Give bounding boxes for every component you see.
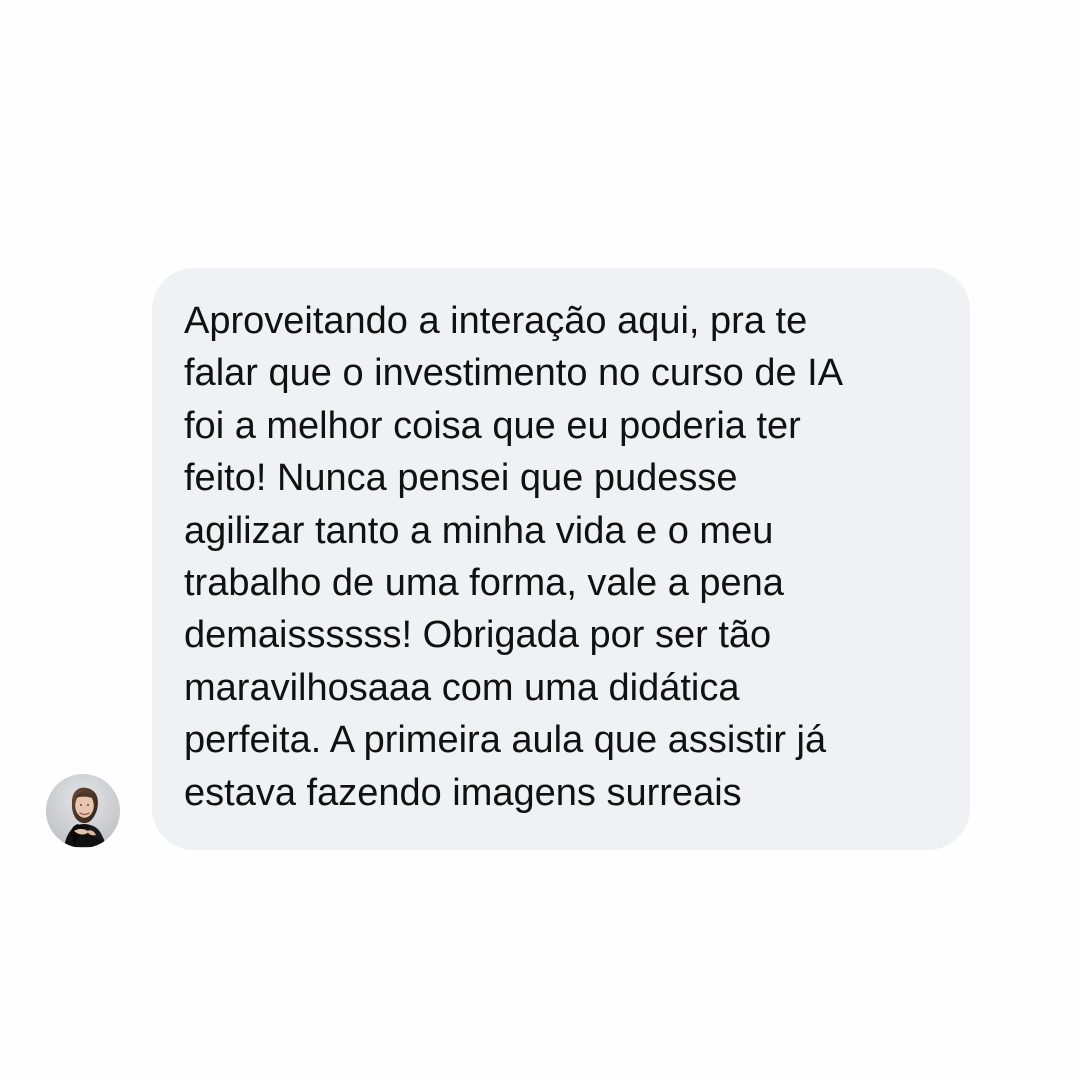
sender-avatar[interactable] — [46, 774, 120, 848]
message-line: trabalho de uma forma, vale a pena — [184, 561, 784, 604]
person-avatar-icon — [46, 774, 120, 848]
message-line: agilizar tanto a minha vida e o meu — [184, 509, 774, 552]
message-line: estava fazendo imagens surreais — [184, 771, 742, 814]
message-line: falar que o investimento no curso de IA — [184, 352, 844, 395]
message-line: demaissssss! Obrigada por ser tão — [184, 614, 772, 657]
message-line: feito! Nunca pensei que pudesse — [184, 457, 738, 500]
received-message-row: Aproveitando a interação aqui, pra te fa… — [46, 268, 970, 850]
message-line: foi a melhor coisa que eu poderia ter — [184, 404, 801, 447]
message-line: Aproveitando a interação aqui, pra te — [184, 300, 808, 342]
message-line: maravilhosaaa com uma didática — [184, 666, 740, 709]
message-bubble[interactable]: Aproveitando a interação aqui, pra te fa… — [152, 268, 970, 850]
chat-screen: Aproveitando a interação aqui, pra te fa… — [0, 0, 1080, 1080]
message-line: perfeita. A primeira aula que assistir j… — [184, 719, 827, 762]
